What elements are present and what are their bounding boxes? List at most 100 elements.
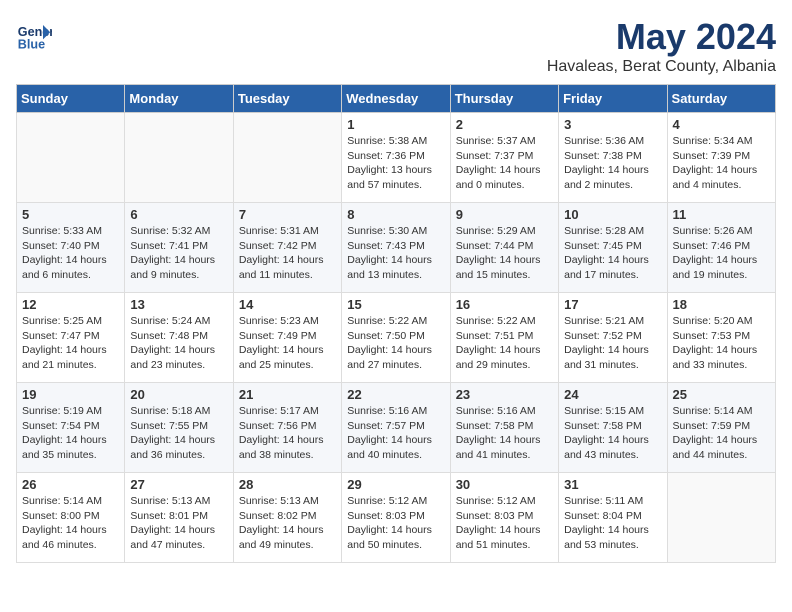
calendar-week-4: 19 Sunrise: 5:19 AMSunset: 7:54 PMDayligh…	[17, 383, 776, 473]
calendar-cell: 8 Sunrise: 5:30 AMSunset: 7:43 PMDaylight…	[342, 203, 450, 293]
day-info: Sunrise: 5:22 AMSunset: 7:50 PMDaylight:…	[347, 314, 444, 373]
calendar-table: SundayMondayTuesdayWednesdayThursdayFrid…	[16, 84, 776, 563]
day-info: Sunrise: 5:23 AMSunset: 7:49 PMDaylight:…	[239, 314, 336, 373]
svg-text:Blue: Blue	[18, 37, 45, 51]
calendar-cell: 22Sunrise: 5:16 AMSunset: 7:57 PMDayligh…	[342, 383, 450, 473]
day-number: 28	[239, 477, 336, 492]
weekday-header-thursday: Thursday	[450, 85, 558, 113]
calendar-cell: 14 Sunrise: 5:23 AMSunset: 7:49 PMDayligh…	[233, 293, 341, 383]
calendar-cell: 5 Sunrise: 5:33 AMSunset: 7:40 PMDaylight…	[17, 203, 125, 293]
day-number: 10	[564, 207, 661, 222]
weekday-header-wednesday: Wednesday	[342, 85, 450, 113]
day-number: 30	[456, 477, 553, 492]
calendar-cell: 7 Sunrise: 5:31 AMSunset: 7:42 PMDaylight…	[233, 203, 341, 293]
day-info: Sunrise: 5:15 AMSunset: 7:58 PMDaylight:…	[564, 404, 661, 463]
day-info: Sunrise: 5:26 AMSunset: 7:46 PMDaylight:…	[673, 224, 770, 283]
day-info: Sunrise: 5:24 AMSunset: 7:48 PMDaylight:…	[130, 314, 227, 373]
day-info: Sunrise: 5:14 AMSunset: 8:00 PMDaylight:…	[22, 494, 119, 553]
weekday-header-sunday: Sunday	[17, 85, 125, 113]
calendar-cell: 20Sunrise: 5:18 AMSunset: 7:55 PMDayligh…	[125, 383, 233, 473]
weekday-header-saturday: Saturday	[667, 85, 775, 113]
day-info: Sunrise: 5:13 AMSunset: 8:01 PMDaylight:…	[130, 494, 227, 553]
day-info: Sunrise: 5:31 AMSunset: 7:42 PMDaylight:…	[239, 224, 336, 283]
calendar-cell: 31 Sunrise: 5:11 AMSunset: 8:04 PMDayligh…	[559, 473, 667, 563]
weekday-header-monday: Monday	[125, 85, 233, 113]
day-info: Sunrise: 5:16 AMSunset: 7:58 PMDaylight:…	[456, 404, 553, 463]
day-number: 6	[130, 207, 227, 222]
day-info: Sunrise: 5:19 AMSunset: 7:54 PMDaylight:…	[22, 404, 119, 463]
day-info: Sunrise: 5:12 AMSunset: 8:03 PMDaylight:…	[347, 494, 444, 553]
day-info: Sunrise: 5:33 AMSunset: 7:40 PMDaylight:…	[22, 224, 119, 283]
day-number: 1	[347, 117, 444, 132]
calendar-cell: 23 Sunrise: 5:16 AMSunset: 7:58 PMDayligh…	[450, 383, 558, 473]
day-info: Sunrise: 5:11 AMSunset: 8:04 PMDaylight:…	[564, 494, 661, 553]
day-number: 9	[456, 207, 553, 222]
day-info: Sunrise: 5:13 AMSunset: 8:02 PMDaylight:…	[239, 494, 336, 553]
calendar-cell	[17, 113, 125, 203]
day-info: Sunrise: 5:34 AMSunset: 7:39 PMDaylight:…	[673, 134, 770, 193]
day-number: 8	[347, 207, 444, 222]
calendar-cell: 10 Sunrise: 5:28 AMSunset: 7:45 PMDayligh…	[559, 203, 667, 293]
calendar-cell: 24 Sunrise: 5:15 AMSunset: 7:58 PMDayligh…	[559, 383, 667, 473]
calendar-cell: 12Sunrise: 5:25 AMSunset: 7:47 PMDayligh…	[17, 293, 125, 383]
day-info: Sunrise: 5:37 AMSunset: 7:37 PMDaylight:…	[456, 134, 553, 193]
day-info: Sunrise: 5:12 AMSunset: 8:03 PMDaylight:…	[456, 494, 553, 553]
calendar-cell: 6 Sunrise: 5:32 AMSunset: 7:41 PMDaylight…	[125, 203, 233, 293]
day-number: 24	[564, 387, 661, 402]
day-info: Sunrise: 5:18 AMSunset: 7:55 PMDaylight:…	[130, 404, 227, 463]
calendar-body: 1 Sunrise: 5:38 AMSunset: 7:36 PMDaylight…	[17, 113, 776, 563]
calendar-cell: 15 Sunrise: 5:22 AMSunset: 7:50 PMDayligh…	[342, 293, 450, 383]
calendar-cell: 26 Sunrise: 5:14 AMSunset: 8:00 PMDayligh…	[17, 473, 125, 563]
day-number: 18	[673, 297, 770, 312]
day-number: 4	[673, 117, 770, 132]
day-number: 15	[347, 297, 444, 312]
day-info: Sunrise: 5:22 AMSunset: 7:51 PMDaylight:…	[456, 314, 553, 373]
day-number: 31	[564, 477, 661, 492]
day-number: 21	[239, 387, 336, 402]
day-number: 11	[673, 207, 770, 222]
calendar-cell: 13 Sunrise: 5:24 AMSunset: 7:48 PMDayligh…	[125, 293, 233, 383]
calendar-cell: 9 Sunrise: 5:29 AMSunset: 7:44 PMDaylight…	[450, 203, 558, 293]
logo: General Blue	[16, 16, 52, 52]
calendar-cell: 2Sunrise: 5:37 AMSunset: 7:37 PMDaylight…	[450, 113, 558, 203]
day-info: Sunrise: 5:20 AMSunset: 7:53 PMDaylight:…	[673, 314, 770, 373]
day-number: 14	[239, 297, 336, 312]
day-number: 13	[130, 297, 227, 312]
page-header: General Blue May 2024 Havaleas, Berat Co…	[16, 16, 776, 76]
calendar-week-3: 12Sunrise: 5:25 AMSunset: 7:47 PMDayligh…	[17, 293, 776, 383]
calendar-week-1: 1 Sunrise: 5:38 AMSunset: 7:36 PMDaylight…	[17, 113, 776, 203]
day-info: Sunrise: 5:14 AMSunset: 7:59 PMDaylight:…	[673, 404, 770, 463]
weekday-header-tuesday: Tuesday	[233, 85, 341, 113]
day-info: Sunrise: 5:17 AMSunset: 7:56 PMDaylight:…	[239, 404, 336, 463]
day-number: 23	[456, 387, 553, 402]
day-number: 22	[347, 387, 444, 402]
logo-icon: General Blue	[16, 16, 52, 52]
calendar-week-5: 26 Sunrise: 5:14 AMSunset: 8:00 PMDayligh…	[17, 473, 776, 563]
calendar-cell	[233, 113, 341, 203]
day-info: Sunrise: 5:30 AMSunset: 7:43 PMDaylight:…	[347, 224, 444, 283]
day-info: Sunrise: 5:29 AMSunset: 7:44 PMDaylight:…	[456, 224, 553, 283]
calendar-cell: 18 Sunrise: 5:20 AMSunset: 7:53 PMDayligh…	[667, 293, 775, 383]
day-info: Sunrise: 5:32 AMSunset: 7:41 PMDaylight:…	[130, 224, 227, 283]
day-number: 19	[22, 387, 119, 402]
day-info: Sunrise: 5:28 AMSunset: 7:45 PMDaylight:…	[564, 224, 661, 283]
calendar-cell: 3Sunrise: 5:36 AMSunset: 7:38 PMDaylight…	[559, 113, 667, 203]
calendar-cell: 25Sunrise: 5:14 AMSunset: 7:59 PMDayligh…	[667, 383, 775, 473]
day-number: 5	[22, 207, 119, 222]
title-block: May 2024 Havaleas, Berat County, Albania	[547, 16, 776, 76]
day-number: 17	[564, 297, 661, 312]
day-number: 12	[22, 297, 119, 312]
calendar-cell: 28 Sunrise: 5:13 AMSunset: 8:02 PMDayligh…	[233, 473, 341, 563]
location-subtitle: Havaleas, Berat County, Albania	[547, 58, 776, 76]
day-info: Sunrise: 5:21 AMSunset: 7:52 PMDaylight:…	[564, 314, 661, 373]
calendar-cell	[125, 113, 233, 203]
weekday-header-friday: Friday	[559, 85, 667, 113]
calendar-header: SundayMondayTuesdayWednesdayThursdayFrid…	[17, 85, 776, 113]
calendar-cell: 11 Sunrise: 5:26 AMSunset: 7:46 PMDayligh…	[667, 203, 775, 293]
day-info: Sunrise: 5:38 AMSunset: 7:36 PMDaylight:…	[347, 134, 444, 193]
day-number: 7	[239, 207, 336, 222]
calendar-cell: 29 Sunrise: 5:12 AMSunset: 8:03 PMDayligh…	[342, 473, 450, 563]
day-number: 26	[22, 477, 119, 492]
day-number: 29	[347, 477, 444, 492]
calendar-cell: 16Sunrise: 5:22 AMSunset: 7:51 PMDayligh…	[450, 293, 558, 383]
